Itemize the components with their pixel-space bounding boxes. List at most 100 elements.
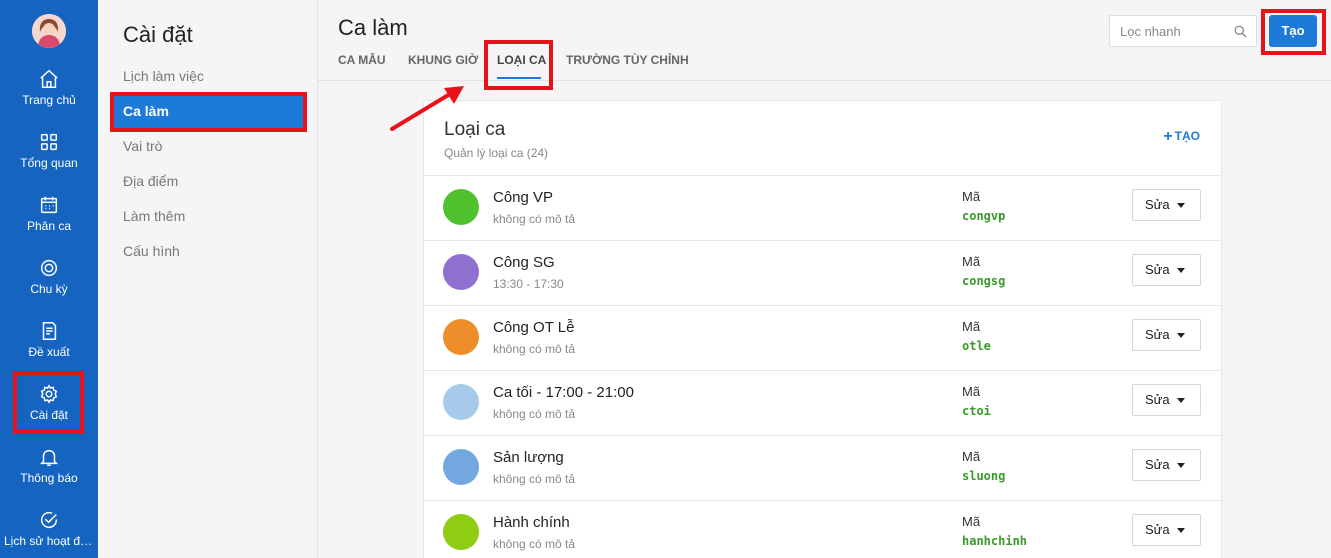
rail-item-cycle[interactable]: Chu kỳ	[0, 253, 98, 309]
code-label: Mã	[962, 449, 981, 464]
caret-down-icon	[1177, 333, 1185, 338]
edit-button[interactable]: Sửa	[1132, 254, 1201, 286]
code-label: Mã	[962, 189, 981, 204]
rail-item-label: Đề xuất	[28, 345, 70, 359]
bell-icon	[39, 449, 59, 466]
edit-button[interactable]: Sửa	[1132, 319, 1201, 351]
shift-type-name: Ca tối - 17:00 - 21:00	[493, 384, 634, 401]
edit-button-label: Sửa	[1145, 262, 1170, 277]
list-item: Hành chính không có mô tả Mã hanhchinh S…	[424, 500, 1221, 558]
grid-icon	[40, 133, 58, 151]
code-label: Mã	[962, 384, 981, 399]
menu-item-overtime[interactable]: Làm thêm	[110, 199, 305, 234]
search-icon[interactable]	[1233, 24, 1248, 39]
edit-button[interactable]: Sửa	[1132, 384, 1201, 416]
calendar-icon	[40, 196, 58, 214]
home-icon	[40, 69, 58, 88]
color-dot	[443, 189, 479, 225]
shift-type-code: sluong	[962, 469, 1006, 483]
shift-type-description: không có mô tả	[493, 472, 576, 486]
color-dot	[443, 319, 479, 355]
add-shift-type-button[interactable]: + TẠO	[1163, 128, 1200, 146]
rail-item-activity-history[interactable]: Lịch sử hoạt động	[0, 505, 98, 558]
rail-item-settings[interactable]: Cài đặt	[0, 379, 98, 435]
plus-icon: +	[1163, 128, 1173, 145]
edit-button-label: Sửa	[1145, 522, 1170, 537]
tab-custom-fields[interactable]: TRƯỜNG TÙY CHỈNH	[566, 53, 689, 67]
rail-item-proposal[interactable]: Đề xuất	[0, 316, 98, 372]
menu-item-locations[interactable]: Địa điểm	[110, 164, 305, 199]
list-item: Ca tối - 17:00 - 21:00 không có mô tả Mã…	[424, 370, 1221, 435]
caret-down-icon	[1177, 203, 1185, 208]
rail-item-label: Cài đặt	[29, 408, 69, 422]
rail-item-overview[interactable]: Tổng quan	[0, 127, 98, 183]
annotation-arrow	[390, 86, 464, 131]
add-shift-type-label: TẠO	[1174, 129, 1200, 143]
shift-type-code: otle	[962, 339, 991, 353]
edit-button[interactable]: Sửa	[1132, 449, 1201, 481]
shift-type-code: congsg	[962, 274, 1006, 288]
user-avatar[interactable]	[32, 14, 66, 48]
settings-menu: Cài đặt Lịch làm việc Ca làm Vai trò Địa…	[98, 0, 318, 558]
color-dot	[443, 254, 479, 290]
side-rail: Trang chủ Tổng quan Phân ca Chu kỳ Đề xu…	[0, 0, 98, 558]
tab-template-shifts[interactable]: CA MẪU	[338, 53, 386, 67]
shift-type-description: 13:30 - 17:30	[493, 277, 564, 291]
caret-down-icon	[1177, 463, 1185, 468]
tab-shift-types[interactable]: LOẠI CA	[497, 53, 546, 67]
shift-type-name: Hành chính	[493, 514, 570, 531]
rail-item-label: Thông báo	[20, 471, 78, 485]
menu-item-shifts[interactable]: Ca làm	[110, 94, 305, 129]
edit-button[interactable]: Sửa	[1132, 189, 1201, 221]
check-circle-icon	[40, 512, 58, 529]
cycle-icon	[40, 259, 58, 277]
color-dot	[443, 384, 479, 420]
header-divider	[318, 80, 1331, 81]
menu-item-roles[interactable]: Vai trò	[110, 129, 305, 164]
shift-types-card: Loại ca Quản lý loại ca (24) + TẠO Công V…	[423, 100, 1222, 558]
edit-button[interactable]: Sửa	[1132, 514, 1201, 546]
quick-filter-input[interactable]	[1110, 16, 1225, 46]
shift-type-name: Công OT Lễ	[493, 319, 575, 336]
rail-item-label: Chu kỳ	[30, 282, 68, 296]
menu-item-work-schedule[interactable]: Lịch làm việc	[110, 59, 305, 94]
card-subtitle: Quản lý loại ca (24)	[444, 146, 549, 160]
edit-button-label: Sửa	[1145, 457, 1170, 472]
caret-down-icon	[1177, 268, 1185, 273]
rail-item-label: Phân ca	[26, 219, 72, 233]
list-item: Công VP không có mô tả Mã congvp Sửa	[424, 175, 1221, 240]
create-button[interactable]: Tạo	[1269, 15, 1317, 47]
rail-item-scheduling[interactable]: Phân ca	[0, 190, 98, 246]
shift-type-code: congvp	[962, 209, 1006, 223]
page-title: Ca làm	[338, 15, 408, 40]
rail-item-notifications[interactable]: Thông báo	[0, 442, 98, 498]
tab-time-slots[interactable]: KHUNG GIỜ	[408, 53, 478, 67]
color-dot	[443, 514, 479, 550]
quick-filter[interactable]	[1109, 15, 1257, 47]
menu-item-configuration[interactable]: Cấu hình	[110, 234, 305, 269]
code-label: Mã	[962, 254, 981, 269]
rail-item-home[interactable]: Trang chủ	[0, 64, 98, 120]
shift-type-name: Sản lượng	[493, 449, 564, 466]
edit-button-label: Sửa	[1145, 392, 1170, 407]
shift-type-description: không có mô tả	[493, 212, 576, 226]
list-item: Sản lượng không có mô tả Mã sluong Sửa	[424, 435, 1221, 500]
gear-icon	[40, 384, 58, 404]
rail-item-label: Trang chủ	[22, 93, 76, 107]
shift-type-description: không có mô tả	[493, 537, 576, 551]
settings-menu-title: Cài đặt	[123, 22, 193, 47]
active-tab-indicator	[497, 77, 541, 79]
shift-type-name: Công VP	[493, 189, 554, 206]
list-item: Công SG 13:30 - 17:30 Mã congsg Sửa	[424, 240, 1221, 305]
document-icon	[42, 322, 57, 340]
shift-type-name: Công SG	[493, 254, 555, 271]
caret-down-icon	[1177, 398, 1185, 403]
code-label: Mã	[962, 319, 981, 334]
shift-type-description: không có mô tả	[493, 342, 576, 356]
rail-item-label: Tổng quan	[20, 156, 78, 170]
color-dot	[443, 449, 479, 485]
shift-type-code: hanhchinh	[962, 534, 1028, 548]
shift-type-code: ctoi	[962, 404, 991, 418]
list-item: Công OT Lễ không có mô tả Mã otle Sửa	[424, 305, 1221, 370]
edit-button-label: Sửa	[1145, 327, 1170, 342]
